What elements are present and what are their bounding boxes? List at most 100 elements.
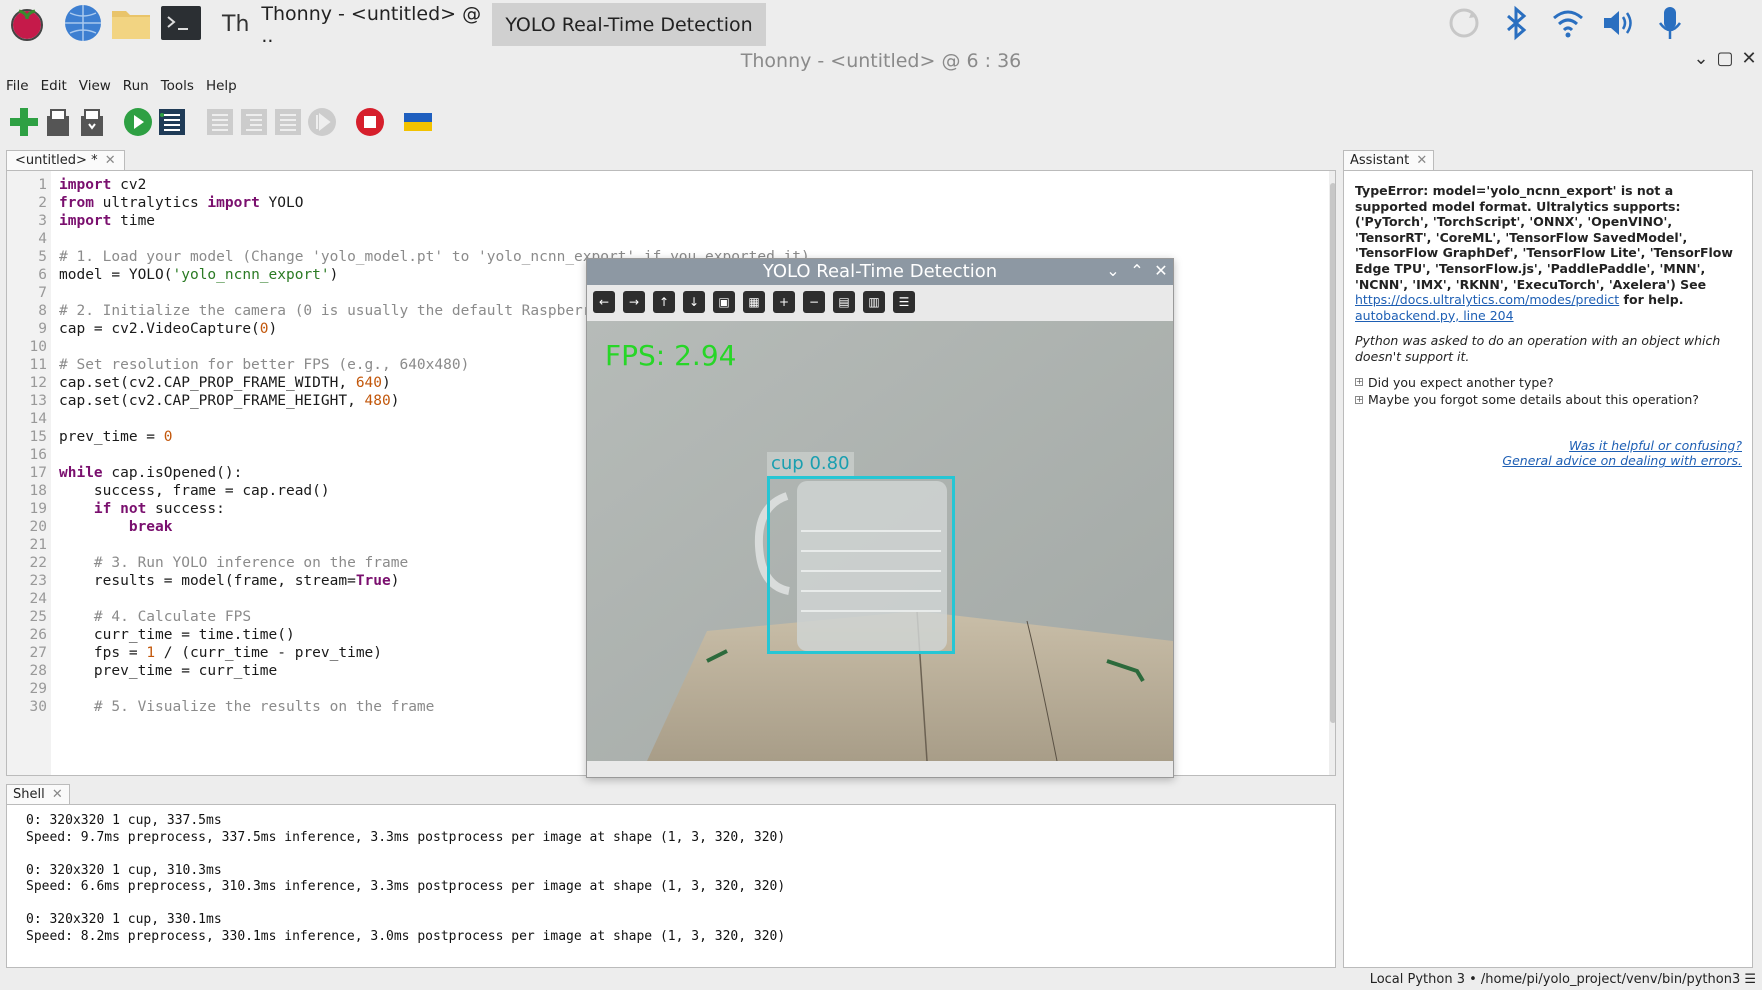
line-number: 13 <box>29 393 47 409</box>
task-thonny[interactable]: Th Thonny - <untitled> @ .. <box>222 3 490 47</box>
advice-link[interactable]: General advice on dealing with errors. <box>1502 453 1742 468</box>
docs-link[interactable]: https://docs.ultralytics.com/modes/predi… <box>1355 292 1619 307</box>
sync-icon[interactable] <box>1446 5 1482 41</box>
menu-edit[interactable]: Edit <box>35 76 73 100</box>
menu-tools[interactable]: Tools <box>155 76 200 100</box>
debug-icon[interactable] <box>156 106 188 138</box>
save-image-icon[interactable]: ▤ <box>833 291 855 313</box>
zoom-fit-icon[interactable]: ▣ <box>713 291 735 313</box>
yolo-window[interactable]: YOLO Real-Time Detection ⌄ ⌃ ✕ ← → ↑ ↓ ▣… <box>586 258 1174 778</box>
menu-file[interactable]: File <box>0 76 35 100</box>
yolo-window-title[interactable]: YOLO Real-Time Detection <box>587 259 1173 285</box>
detection-label: cup 0.80 <box>767 452 854 476</box>
terminal-icon[interactable] <box>160 3 202 43</box>
bluetooth-icon[interactable] <box>1498 5 1534 41</box>
yolo-close-icon[interactable]: ✕ <box>1151 261 1171 281</box>
code-line: import time <box>59 213 156 229</box>
shell-panel[interactable]: 0: 320x320 1 cup, 337.5ms Speed: 9.7ms pr… <box>6 804 1336 968</box>
line-number: 9 <box>38 321 47 337</box>
editor-scrollbar[interactable] <box>1329 171 1335 775</box>
shell-line: 0: 320x320 1 cup, 310.3ms <box>26 862 222 878</box>
for-help-text: for help. <box>1619 292 1684 308</box>
line-number: 7 <box>38 285 47 301</box>
pan-down-icon[interactable]: ↓ <box>683 291 705 313</box>
close-icon[interactable]: ✕ <box>1738 48 1760 70</box>
line-number: 27 <box>29 645 47 661</box>
menu-help[interactable]: Help <box>200 76 243 100</box>
shell-line: Speed: 8.2ms preprocess, 330.1ms inferen… <box>26 928 786 944</box>
tab-assistant-label: Assistant <box>1350 153 1410 168</box>
raspberry-menu-icon[interactable] <box>6 3 48 43</box>
code-line: model = YOLO('yolo_ncnn_export') <box>59 267 339 283</box>
resume-icon[interactable] <box>306 106 338 138</box>
code-line: success, frame = cap.read() <box>59 483 330 499</box>
browser-globe-icon[interactable] <box>62 3 104 43</box>
hint-item[interactable]: + Maybe you forgot some details about thi… <box>1355 392 1742 408</box>
copy-image-icon[interactable]: ▥ <box>863 291 885 313</box>
code-line: curr_time = time.time() <box>59 627 295 643</box>
line-number: 17 <box>29 465 47 481</box>
window-title: Thonny - <untitled> @ 6 : 36 <box>740 50 1022 72</box>
volume-icon[interactable] <box>1600 5 1636 41</box>
code-line: import cv2 <box>59 177 147 193</box>
tab-shell-label: Shell <box>13 787 45 802</box>
assistant-footer: Was it helpful or confusing? General adv… <box>1355 438 1742 469</box>
line-number: 24 <box>29 591 47 607</box>
hint-item[interactable]: + Did you expect another type? <box>1355 375 1742 391</box>
editor-scrollbar-thumb[interactable] <box>1330 183 1335 723</box>
zoom-original-icon[interactable]: ▦ <box>743 291 765 313</box>
stop-icon[interactable] <box>354 106 386 138</box>
autobackend-link[interactable]: autobackend.py, line 204 <box>1355 308 1514 323</box>
zoom-out-icon[interactable]: − <box>803 291 825 313</box>
tab-close-icon[interactable]: ✕ <box>105 153 116 168</box>
ukraine-flag-icon[interactable] <box>402 106 434 138</box>
line-number: 28 <box>29 663 47 679</box>
tab-assistant[interactable]: Assistant ✕ <box>1343 150 1435 170</box>
open-file-icon[interactable] <box>42 106 74 138</box>
microphone-icon[interactable] <box>1652 5 1688 41</box>
tab-untitled-label: <untitled> * <box>15 153 98 168</box>
task-yolo[interactable]: YOLO Real-Time Detection <box>492 3 766 46</box>
code-line: results = model(frame, stream=True) <box>59 573 400 589</box>
run-icon[interactable] <box>122 106 154 138</box>
pan-left-icon[interactable]: ← <box>593 291 615 313</box>
line-number: 5 <box>38 249 47 265</box>
line-number: 11 <box>29 357 47 373</box>
shell-line: 0: 320x320 1 cup, 337.5ms <box>26 813 222 828</box>
save-file-icon[interactable] <box>76 106 108 138</box>
code-line: while cap.isOpened(): <box>59 465 243 481</box>
file-manager-icon[interactable] <box>110 3 152 43</box>
detection-bounding-box <box>767 476 955 654</box>
step-out-icon[interactable] <box>272 106 304 138</box>
expand-icon: + <box>1355 394 1363 404</box>
code-line: cap.set(cv2.CAP_PROP_FRAME_HEIGHT, 480) <box>59 393 400 409</box>
feedback-link[interactable]: Was it helpful or confusing? <box>1569 438 1742 453</box>
minimize-icon[interactable]: ⌄ <box>1690 48 1712 70</box>
step-into-icon[interactable] <box>238 106 270 138</box>
assistant-panel: TypeError: model='yolo_ncnn_export' is n… <box>1343 170 1753 968</box>
zoom-in-icon[interactable]: + <box>773 291 795 313</box>
tab-shell[interactable]: Shell ✕ <box>6 784 70 804</box>
step-over-icon[interactable] <box>204 106 236 138</box>
line-number: 15 <box>29 429 47 445</box>
yolo-maximize-icon[interactable]: ⌃ <box>1127 261 1147 281</box>
new-file-icon[interactable] <box>8 106 40 138</box>
status-bar[interactable]: Local Python 3 • /home/pi/yolo_project/v… <box>1370 970 1756 990</box>
pan-up-icon[interactable]: ↑ <box>653 291 675 313</box>
yolo-minimize-icon[interactable]: ⌄ <box>1103 261 1123 281</box>
hint-label: Maybe you forgot some details about this… <box>1368 392 1699 408</box>
properties-icon[interactable]: ☰ <box>893 291 915 313</box>
fps-overlay: FPS: 2.94 <box>605 339 737 372</box>
tab-close-icon[interactable]: ✕ <box>52 787 63 802</box>
tab-close-icon[interactable]: ✕ <box>1416 153 1427 168</box>
pan-right-icon[interactable]: → <box>623 291 645 313</box>
maximize-icon[interactable]: ▢ <box>1714 48 1736 70</box>
code-line: prev_time = 0 <box>59 429 173 445</box>
menu-run[interactable]: Run <box>117 76 155 100</box>
wifi-icon[interactable] <box>1550 5 1586 41</box>
thonny-app-icon: Th <box>222 12 250 37</box>
tab-untitled[interactable]: <untitled> * ✕ <box>6 150 125 170</box>
menu-view[interactable]: View <box>73 76 117 100</box>
code-line: # 5. Visualize the results on the frame <box>93 699 435 715</box>
menu-bar: File Edit View Run Tools Help <box>0 76 243 100</box>
